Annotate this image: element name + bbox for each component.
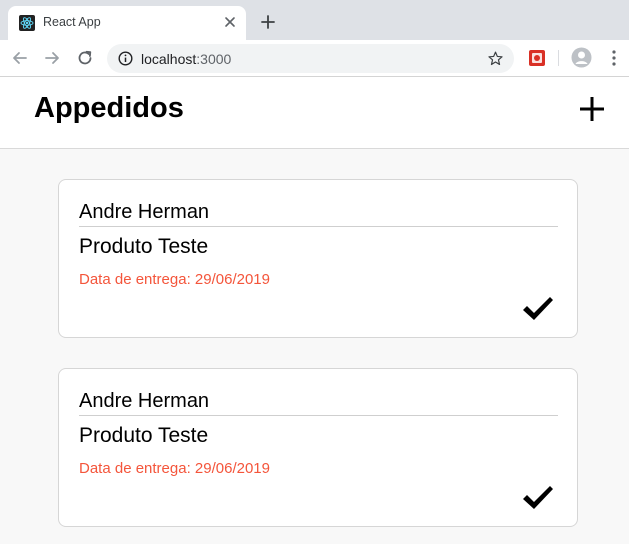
profile-icon[interactable] xyxy=(571,47,592,68)
plus-icon[interactable] xyxy=(260,14,276,30)
star-icon[interactable] xyxy=(487,50,504,67)
url-text[interactable]: localhost:3000 xyxy=(141,51,231,67)
delivery-date: Data de entrega: 29/06/2019 xyxy=(79,271,270,288)
order-card: Andre Herman Produto Teste Data de entre… xyxy=(58,179,578,338)
extension-icon[interactable] xyxy=(528,49,546,67)
forward-arrow-icon[interactable] xyxy=(43,49,61,67)
url-port: :3000 xyxy=(196,51,232,67)
check-icon[interactable] xyxy=(522,485,554,511)
react-icon xyxy=(19,15,35,31)
info-icon[interactable] xyxy=(118,51,133,66)
tab-title: React App xyxy=(43,15,101,29)
browser-tab[interactable]: React App xyxy=(8,6,246,40)
reload-icon[interactable] xyxy=(76,49,94,67)
app-header: Appedidos xyxy=(0,77,629,149)
add-icon[interactable] xyxy=(577,94,607,124)
order-list: Andre Herman Produto Teste Data de entre… xyxy=(58,179,578,544)
close-icon[interactable] xyxy=(222,14,238,30)
app-title: Appedidos xyxy=(34,92,184,124)
address-bar[interactable]: localhost:3000 xyxy=(107,44,514,73)
browser-tab-strip: React App xyxy=(0,0,629,40)
customer-name: Andre Herman xyxy=(79,201,558,227)
customer-name: Andre Herman xyxy=(79,390,558,416)
order-card: Andre Herman Produto Teste Data de entre… xyxy=(58,368,578,527)
back-arrow-icon[interactable] xyxy=(11,49,29,67)
url-host: localhost xyxy=(141,51,197,67)
product-name: Produto Teste xyxy=(79,424,209,447)
toolbar-separator xyxy=(558,50,559,66)
check-icon[interactable] xyxy=(522,296,554,322)
delivery-date: Data de entrega: 29/06/2019 xyxy=(79,460,270,477)
product-name: Produto Teste xyxy=(79,235,209,258)
kebab-menu-icon[interactable] xyxy=(610,49,618,67)
